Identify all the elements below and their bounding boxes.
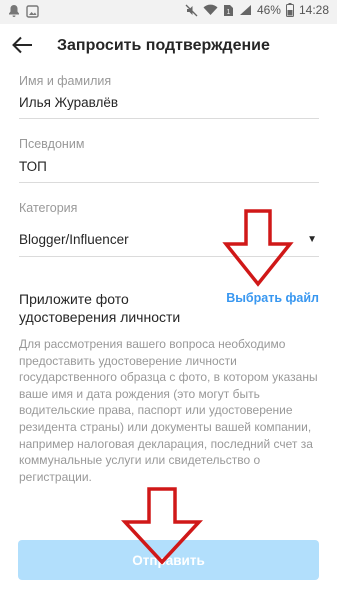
mute-icon [185,4,198,17]
battery-percent: 46% [256,3,281,17]
notification-icon [8,4,20,18]
nickname-field-underline [19,182,319,183]
name-label: Имя и фамилия [19,74,112,88]
category-underline [19,256,319,257]
dropdown-caret-icon: ▼ [307,233,317,245]
id-requirements-description: Для рассмотрения вашего вопроса необходи… [19,337,318,484]
name-field-underline [19,118,319,119]
wifi-icon [203,4,218,16]
sim-icon: 1 [223,4,234,17]
gallery-icon [26,4,39,18]
attach-id-title: Приложите фото удостоверения личности [19,291,181,325]
back-arrow-icon [11,36,33,59]
nickname-field[interactable]: ТОП [19,159,47,174]
back-button[interactable] [6,31,38,63]
submit-button[interactable]: Отправить [18,540,319,580]
status-bar: 1 46% 14:28 [0,0,337,24]
signal-icon [239,4,252,16]
app-bar: Запросить подтверждение [0,24,337,70]
clock: 14:28 [298,3,329,17]
choose-file-button[interactable]: Выбрать файл [226,291,319,305]
category-value: Blogger/Influencer [19,231,129,247]
name-field[interactable]: Илья Журавлёв [19,95,118,110]
category-label: Категория [19,201,78,215]
page-title: Запросить подтверждение [57,37,270,54]
svg-text:1: 1 [226,9,230,16]
battery-icon [285,3,294,17]
nickname-label: Псевдоним [19,137,85,151]
category-select[interactable]: Blogger/Influencer ▼ [19,226,319,252]
